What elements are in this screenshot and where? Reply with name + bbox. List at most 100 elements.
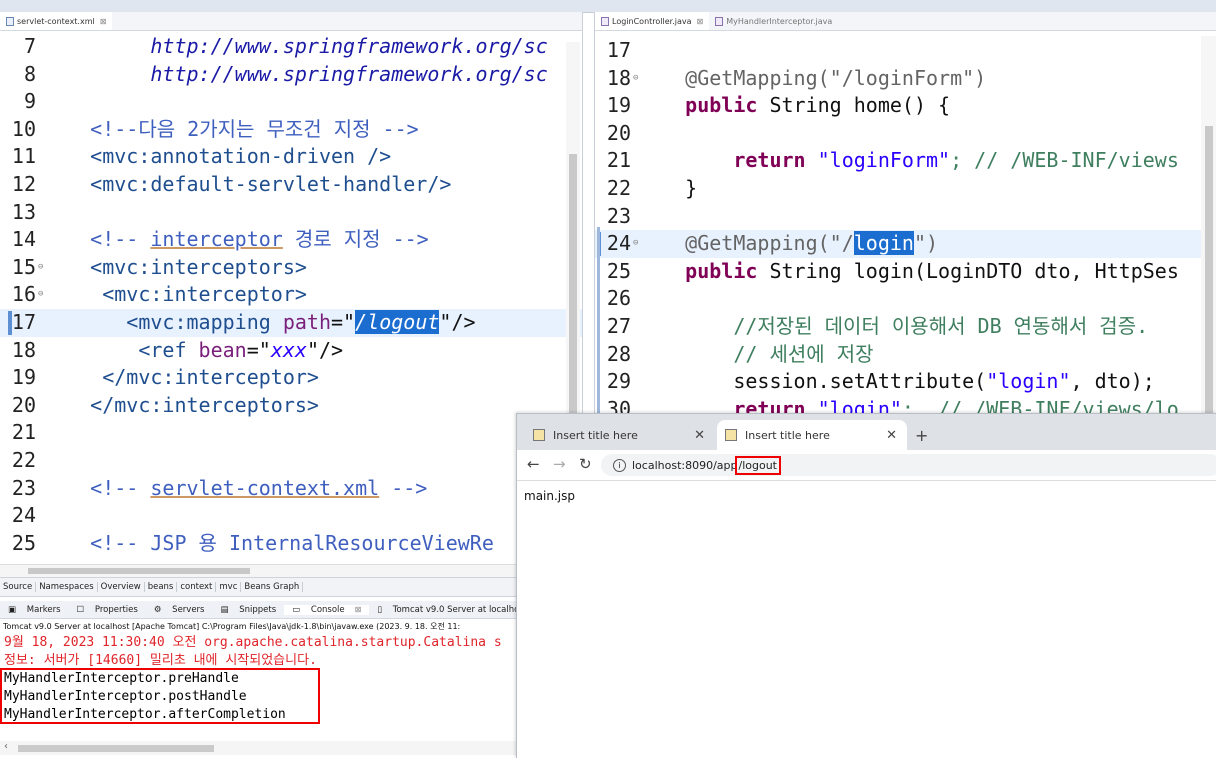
code-line: 11 <mvc:annotation-driven />	[11, 144, 392, 169]
tab-tomcat[interactable]: ▯ Tomcat v9.0 Server at localhost	[369, 605, 535, 615]
close-icon[interactable]: ⊠	[351, 605, 366, 614]
code-line: 23 <!-- servlet-context.xml -->	[11, 475, 428, 500]
code-line: 15 ⊖ <mvc:interceptors>	[0, 254, 582, 282]
tab-login-controller[interactable]: LoginController.java ⊠	[595, 12, 710, 30]
code-line: 26	[606, 286, 631, 311]
back-icon[interactable]: ←	[527, 455, 540, 473]
code-line: 21	[11, 420, 36, 445]
reload-icon[interactable]: ↻	[579, 455, 592, 473]
highlight-box	[0, 668, 320, 724]
browser-tab[interactable]: Insert title here ✕	[525, 420, 715, 450]
scroll-left-icon[interactable]: ‹	[4, 741, 8, 752]
close-tab-icon[interactable]: ✕	[886, 428, 897, 443]
markers-icon: ▣	[8, 604, 19, 615]
fold-icon[interactable]: ⊖	[38, 281, 43, 309]
code-line: 14 <!-- interceptor 경로 지정 -->	[11, 227, 429, 252]
browser-toolbar: ← → ↻ i localhost:8090/app/logout	[517, 450, 1216, 481]
code-line: 25 <!-- JSP 용 InternalResourceViewRe	[11, 530, 494, 555]
new-tab-icon[interactable]: +	[915, 426, 928, 445]
scroll-thumb[interactable]	[1205, 126, 1213, 414]
code-line: 9	[23, 89, 36, 114]
horizontal-scrollbar[interactable]	[0, 564, 582, 577]
snippets-icon: ▤	[220, 604, 232, 615]
code-line: 20 </mvc:interceptors>	[11, 392, 319, 417]
tab-mvc[interactable]: mvc	[216, 582, 242, 592]
line-marker	[8, 310, 12, 335]
address-bar[interactable]: i localhost:8090/app/logout	[601, 454, 1216, 476]
browser-tabstrip: Insert title here ✕ Insert title here ✕ …	[517, 414, 1216, 450]
code-line: 27 //저장된 데이터 이용해서 DB 연동해서 검증.	[606, 313, 1149, 338]
tab-console[interactable]: ▭ Console ⊠	[284, 604, 370, 615]
close-icon[interactable]: ⊠	[697, 17, 704, 26]
code-line: 8 http://www.springframework.org/sc	[23, 61, 548, 86]
code-line: 28 // 세션에 저장	[606, 341, 874, 366]
close-tab-icon[interactable]: ✕	[694, 428, 705, 443]
java-editor[interactable]: LoginController.java ⊠ MyHandlerIntercep…	[594, 12, 1216, 414]
java-file-icon	[601, 16, 609, 26]
properties-icon: ☐	[76, 604, 87, 615]
change-bar	[597, 227, 600, 414]
console-view: ▣ Markers ☐ Properties ⚙ Servers ▤ Snipp…	[0, 601, 527, 757]
editor-page-tabs: Source Namespaces Overview beans context…	[0, 577, 582, 597]
selected-text[interactable]: login	[853, 231, 914, 256]
xml-code-area[interactable]: 7 http://www.springframework.org/sc 8 ht…	[0, 31, 582, 557]
tab-source[interactable]: Source	[0, 582, 37, 592]
code-line: 19 </mvc:interceptor>	[11, 365, 319, 390]
page-favicon	[725, 429, 737, 441]
code-line-current: 24 ⊖ @GetMapping("/login")	[595, 230, 1216, 258]
selected-text[interactable]: /logout	[355, 309, 440, 334]
tab-my-handler-interceptor[interactable]: MyHandlerInterceptor.java	[709, 12, 838, 30]
code-line: 20	[606, 120, 631, 145]
forward-icon[interactable]: →	[553, 455, 566, 473]
code-line: 21 return "loginForm"; // /WEB-INF/views	[606, 148, 1179, 173]
xml-file-icon	[6, 16, 14, 26]
console-hscroll[interactable]: ‹	[0, 741, 516, 755]
tab-markers[interactable]: ▣ Markers	[0, 605, 69, 615]
browser-tab-active[interactable]: Insert title here ✕	[717, 420, 907, 450]
fold-icon[interactable]: ⊖	[633, 230, 638, 258]
code-line: 7 http://www.springframework.org/sc	[23, 34, 548, 58]
xml-editor[interactable]: servlet-context.xml ⊠ 7 http://www.sprin…	[0, 12, 583, 577]
fold-icon[interactable]: ⊖	[633, 65, 638, 93]
code-line: 19 public String home() {	[606, 93, 951, 118]
java-editor-tabbar: LoginController.java ⊠ MyHandlerIntercep…	[595, 12, 1216, 31]
code-line: 13	[11, 199, 36, 224]
console-icon: ▭	[292, 604, 303, 615]
code-line: 12 <mvc:default-servlet-handler/>	[11, 171, 452, 196]
code-line: 30 return "login"; // /WEB-INF/views/lo	[606, 396, 1179, 414]
fold-icon[interactable]: ⊖	[38, 254, 43, 282]
close-icon[interactable]: ⊠	[100, 17, 107, 26]
browser-window: Insert title here ✕ Insert title here ✕ …	[516, 413, 1216, 758]
tab-namespaces[interactable]: Namespaces	[36, 582, 98, 592]
code-line: 24	[11, 503, 36, 528]
info-icon[interactable]: i	[613, 458, 626, 472]
code-line: 22	[11, 447, 36, 472]
xml-editor-tabbar: servlet-context.xml ⊠	[0, 12, 582, 31]
code-line: 16 ⊖ <mvc:interceptor>	[0, 281, 582, 309]
tab-beans-graph[interactable]: Beans Graph	[241, 582, 304, 592]
page-body-text: main.jsp	[524, 489, 575, 503]
tab-beans[interactable]: beans	[145, 582, 178, 592]
tab-properties[interactable]: ☐ Properties	[69, 605, 146, 615]
java-code-area[interactable]: 17 18 ⊖ @GetMapping("/loginForm") 19 publ…	[595, 31, 1216, 414]
tab-label: servlet-context.xml	[17, 16, 95, 26]
tab-snippets[interactable]: ▤ Snippets	[212, 605, 284, 615]
code-line-current: 17 <mvc:mapping path="/logout"/>	[0, 308, 582, 337]
code-line: 18 ⊖ @GetMapping("/loginForm")	[595, 65, 1216, 93]
tab-servlet-context[interactable]: servlet-context.xml ⊠	[0, 12, 113, 30]
url-path: /logout	[734, 455, 781, 475]
code-line: 17	[606, 38, 631, 62]
tab-overview[interactable]: Overview	[98, 582, 145, 592]
scroll-thumb[interactable]	[18, 745, 214, 752]
scroll-thumb[interactable]	[28, 568, 250, 574]
code-line: 22 }	[606, 175, 698, 200]
vertical-scrollbar[interactable]	[1201, 36, 1216, 414]
tab-servers[interactable]: ⚙ Servers	[146, 605, 213, 615]
page-favicon	[533, 429, 545, 441]
code-line: 10 <!--다음 2가지는 무조건 지정 -->	[11, 116, 419, 141]
code-line: 18 <ref bean="xxx"/>	[11, 337, 344, 362]
tomcat-icon: ▯	[377, 604, 385, 615]
tab-context[interactable]: context	[177, 582, 217, 592]
console-process-label: Tomcat v9.0 Server at localhost [Apache …	[3, 622, 461, 631]
code-line: 29 session.setAttribute("login", dto);	[606, 369, 1155, 394]
